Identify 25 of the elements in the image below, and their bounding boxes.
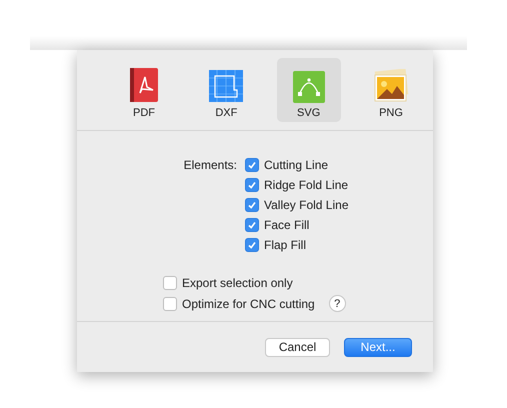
pdf-document-icon — [129, 67, 159, 103]
checkbox[interactable] — [245, 178, 259, 192]
checkbox-label: Flap Fill — [264, 237, 306, 253]
checkbox[interactable] — [245, 198, 259, 212]
checkbox-label: Cutting Line — [264, 157, 328, 173]
format-option[interactable]: PDF — [112, 58, 176, 122]
checkbox-label: Face Fill — [264, 217, 310, 233]
elements-label: Elements: — [182, 157, 237, 174]
checkbox-label: Ridge Fold Line — [264, 177, 348, 193]
checkbox[interactable] — [163, 276, 177, 290]
checkbox[interactable] — [245, 158, 259, 172]
format-option[interactable]: DXF — [194, 58, 258, 122]
format-option[interactable]: PNG — [358, 58, 423, 122]
help-button[interactable]: ? — [328, 295, 346, 312]
checkbox-label: Optimize for CNC cutting — [182, 296, 315, 312]
checkbox-label: Valley Fold Line — [264, 197, 348, 213]
blueprint-icon — [208, 69, 244, 103]
cancel-button[interactable]: Cancel — [265, 338, 330, 356]
checkbox[interactable] — [245, 218, 259, 232]
checkbox[interactable] — [245, 238, 259, 252]
image-stack-icon — [372, 69, 409, 103]
checkbox[interactable] — [163, 296, 177, 310]
checkbox-label: Export selection only — [182, 275, 293, 291]
bezier-curve-icon — [292, 71, 325, 103]
format-option[interactable]: SVG — [276, 58, 341, 122]
